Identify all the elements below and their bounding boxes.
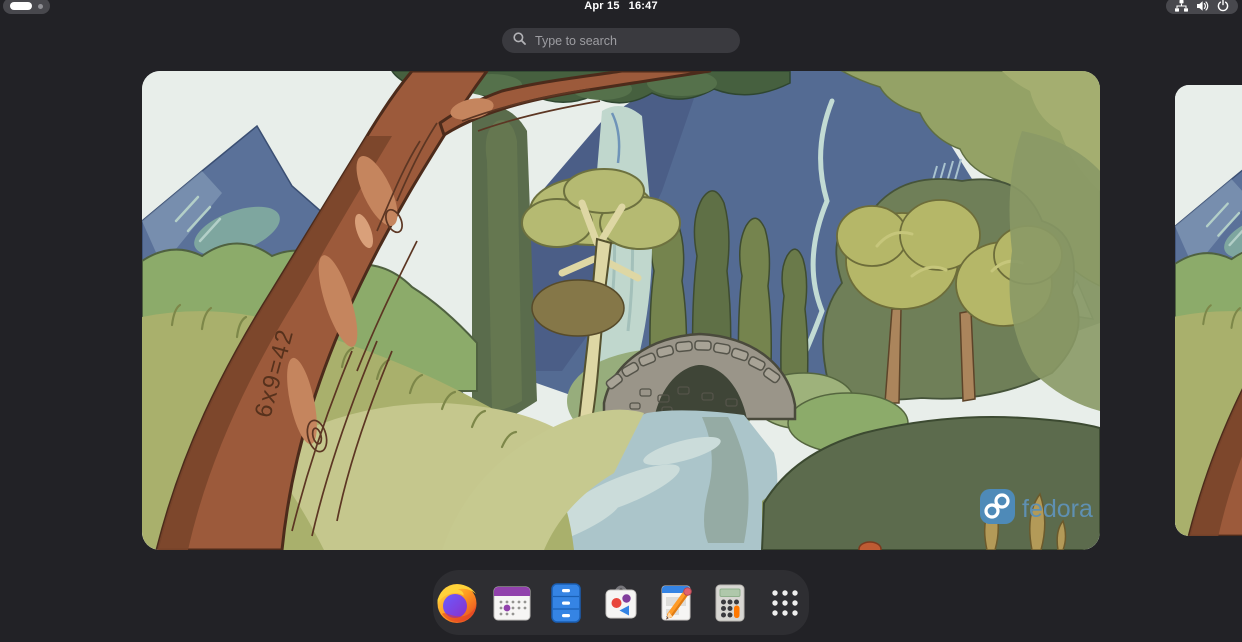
dock-item-calendar[interactable] [488, 579, 536, 627]
search-bar[interactable] [502, 28, 740, 53]
system-tray[interactable] [1166, 0, 1238, 14]
workspace-active-pill[interactable] [10, 2, 32, 10]
clock-date: Apr 15 [584, 0, 619, 12]
dock-item-show-apps[interactable] [761, 579, 809, 627]
gnome-overview: fedora [0, 0, 1242, 642]
firefox-icon [434, 580, 480, 626]
clock-time: 16:47 [629, 0, 658, 12]
dock-item-software[interactable] [597, 579, 645, 627]
volume-icon [1196, 0, 1209, 12]
clock[interactable]: Apr 15 16:47 [584, 0, 658, 12]
dock-item-firefox[interactable] [433, 579, 481, 627]
calculator-icon [707, 580, 753, 626]
text-editor-icon [653, 580, 699, 626]
workspace-inactive-dot[interactable] [38, 4, 43, 9]
workspace-preview-next[interactable] [1175, 85, 1242, 536]
search-input[interactable] [533, 33, 717, 49]
top-bar: Apr 15 16:47 [0, 0, 1242, 16]
dock-item-files[interactable] [542, 579, 590, 627]
files-icon [543, 580, 589, 626]
software-icon [598, 580, 644, 626]
calendar-icon [489, 580, 535, 626]
dock-item-calculator[interactable] [707, 579, 755, 627]
dock-item-text-editor[interactable] [652, 579, 700, 627]
show-apps-grid-icon [762, 580, 808, 626]
workspace-indicator[interactable] [3, 0, 50, 14]
search-icon [513, 32, 526, 50]
network-wired-icon [1175, 0, 1188, 12]
workspace-preview-current[interactable] [142, 71, 1100, 550]
dash-dock [433, 570, 809, 635]
power-icon [1217, 0, 1229, 12]
